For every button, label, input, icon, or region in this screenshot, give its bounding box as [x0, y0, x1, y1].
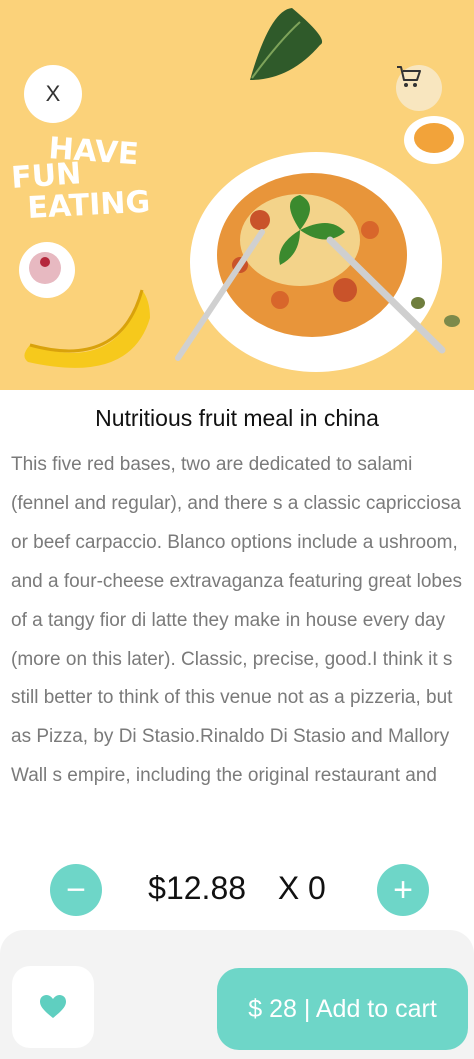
increase-quantity-button[interactable]: +	[377, 864, 429, 916]
add-to-cart-button[interactable]: $ 28 | Add to cart	[217, 968, 468, 1050]
close-icon: X	[45, 81, 61, 106]
product-title: Nutritious fruit meal in china	[95, 405, 379, 431]
quantity-row: − $12.88 X 0 +	[0, 862, 474, 918]
product-description: This five red bases, two are dedicated t…	[11, 454, 463, 787]
bottom-action-bar: $ 28 | Add to cart	[0, 930, 474, 1059]
cart-button[interactable]	[396, 65, 442, 111]
cart-icon	[397, 66, 421, 87]
hero-banner: HAVE FUN EATING X	[0, 0, 474, 390]
heart-icon	[40, 995, 66, 1018]
hero-illustration: HAVE FUN EATING	[10, 8, 464, 372]
add-to-cart-label: $ 28 | Add to cart	[248, 994, 437, 1023]
unit-price: $12.88	[148, 870, 247, 906]
plus-icon: +	[393, 870, 413, 909]
slogan-line3: EATING	[27, 185, 151, 226]
favorite-button[interactable]	[12, 966, 94, 1048]
close-button[interactable]: X	[24, 65, 82, 123]
quantity-count: X 0	[277, 870, 326, 906]
